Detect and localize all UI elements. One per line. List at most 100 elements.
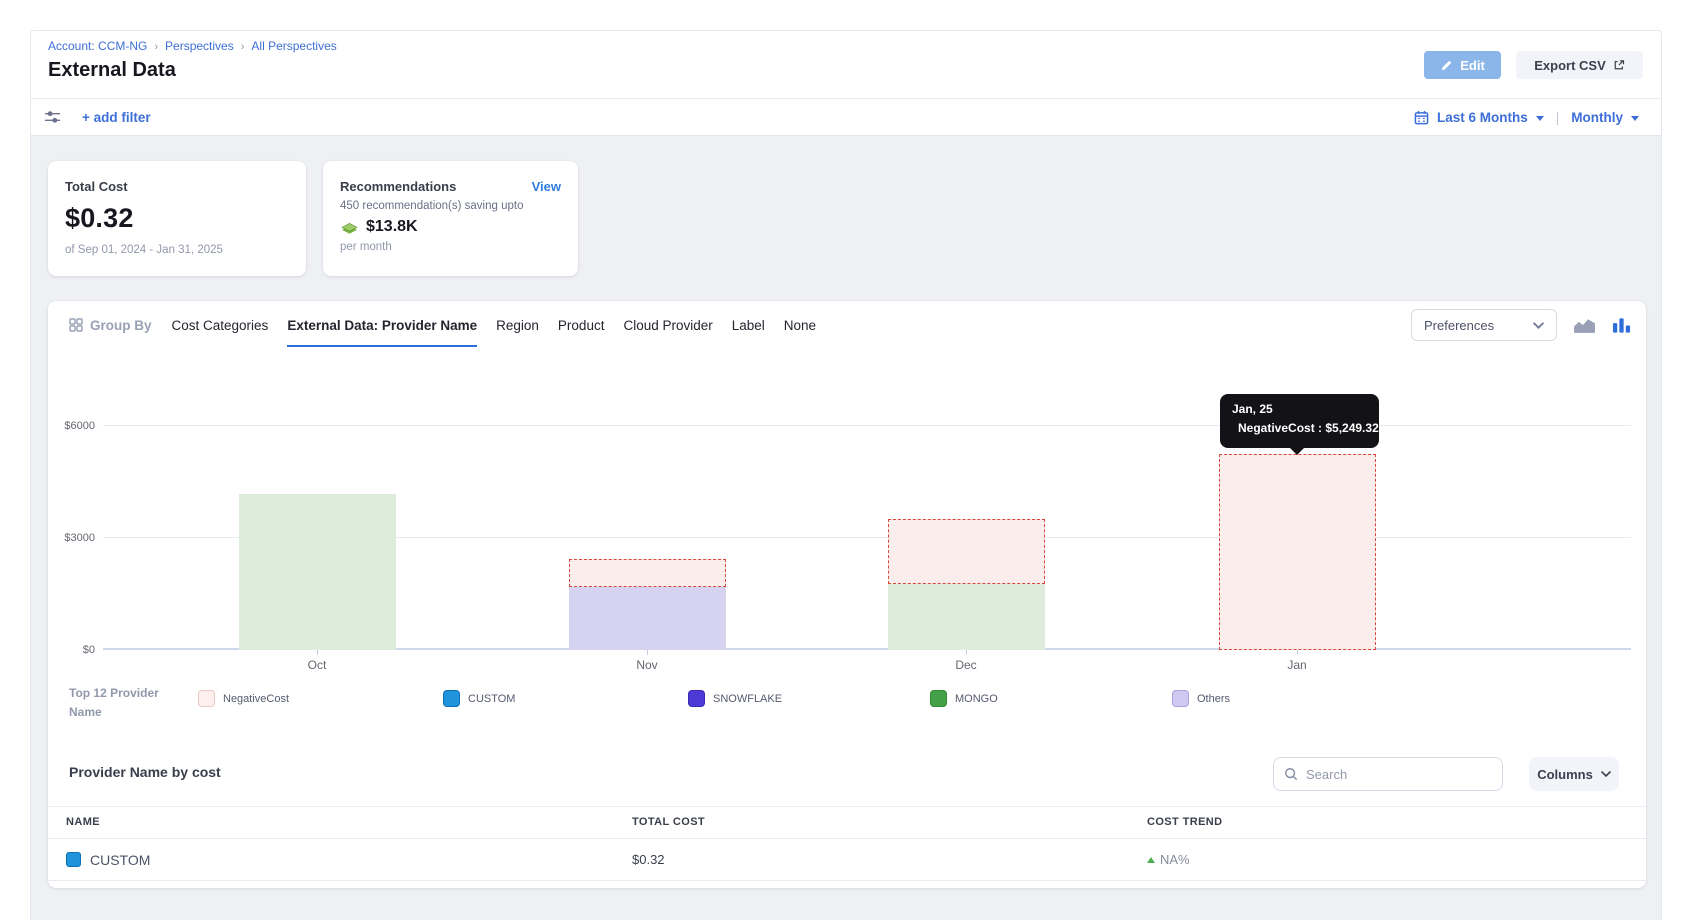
- area-chart-icon[interactable]: [1573, 317, 1596, 334]
- x-axis-tick: [647, 650, 648, 655]
- search-input[interactable]: [1306, 767, 1492, 782]
- column-header-cost-trend[interactable]: COST TREND: [1147, 816, 1223, 828]
- content-area: Total Cost $0.32 of Sep 01, 2024 - Jan 3…: [31, 136, 1661, 920]
- add-filter-button[interactable]: + add filter: [82, 110, 151, 125]
- bar-chart-icon[interactable]: [1612, 317, 1631, 333]
- x-axis-tick-label: Dec: [926, 658, 1006, 672]
- legend-label-mongo: MONGO: [955, 693, 998, 705]
- gridline-6000: [103, 425, 1631, 426]
- cell-total-cost: $0.32: [632, 839, 665, 880]
- x-axis-tick-label: Oct: [277, 658, 357, 672]
- preferences-label: Preferences: [1424, 318, 1494, 333]
- legend-swatch-others: [1172, 690, 1189, 707]
- recommendations-savings-amount: $13.8K: [366, 218, 418, 236]
- legend-item-mongo[interactable]: MONGO: [930, 690, 998, 707]
- tooltip-title: Jan, 25: [1232, 402, 1367, 416]
- edit-button[interactable]: Edit: [1424, 51, 1501, 79]
- table-header-row: NAME TOTAL COST COST TREND: [48, 806, 1646, 839]
- divider: |: [1556, 110, 1560, 125]
- bar-segment-mongo-dec[interactable]: [888, 584, 1045, 650]
- total-cost-card: Total Cost $0.32 of Sep 01, 2024 - Jan 3…: [48, 161, 306, 276]
- legend-swatch-negativecost: [198, 690, 215, 707]
- export-csv-label: Export CSV: [1534, 58, 1606, 73]
- columns-label: Columns: [1537, 767, 1593, 782]
- x-axis-tick-label: Jan: [1257, 658, 1337, 672]
- breadcrumb-perspectives[interactable]: Perspectives: [165, 39, 234, 53]
- time-controls: Last 6 Months | Monthly: [1414, 110, 1639, 125]
- export-csv-button[interactable]: Export CSV: [1516, 51, 1643, 79]
- filter-sliders-icon[interactable]: [44, 110, 61, 124]
- legend-label-snowflake: SNOWFLAKE: [713, 693, 782, 705]
- chart-legend: Top 12 Provider Name NegativeCost CUSTOM S…: [48, 681, 1646, 725]
- tab-region[interactable]: Region: [496, 304, 539, 347]
- edit-button-label: Edit: [1460, 58, 1485, 73]
- table-toolbar: Provider Name by cost Columns: [48, 749, 1646, 799]
- bar-segment-snowflake-nov[interactable]: [569, 587, 726, 650]
- chart-tooltip: Jan, 25 NegativeCost : $5,249.32: [1220, 394, 1379, 448]
- table-search: [1273, 757, 1503, 791]
- calendar-icon: [1414, 110, 1429, 125]
- breadcrumb-separator: ›: [154, 41, 158, 53]
- date-range-dropdown[interactable]: Last 6 Months: [1437, 110, 1528, 125]
- breadcrumb: Account: CCM-NG›Perspectives›All Perspec…: [48, 39, 337, 53]
- grid-icon: [69, 318, 83, 332]
- filter-bar: + add filter Last 6 Months | Monthly: [31, 98, 1661, 136]
- app-frame: Account: CCM-NG›Perspectives›All Perspec…: [30, 30, 1662, 920]
- legend-swatch-snowflake: [688, 690, 705, 707]
- tab-none[interactable]: None: [784, 304, 816, 347]
- legend-item-others[interactable]: Others: [1172, 690, 1230, 707]
- total-cost-period: of Sep 01, 2024 - Jan 31, 2025: [65, 244, 289, 256]
- recommendations-card: Recommendations View 450 recommendation(…: [323, 161, 578, 276]
- money-icon: [340, 220, 359, 235]
- tooltip-arrow: [1290, 448, 1304, 455]
- bar-segment-negativecost-dec[interactable]: [888, 519, 1045, 584]
- provider-color-swatch: [66, 852, 81, 867]
- legend-swatch-custom: [443, 690, 460, 707]
- column-header-name[interactable]: NAME: [66, 816, 100, 828]
- tab-product[interactable]: Product: [558, 304, 605, 347]
- bar-segment-negativecost-jan[interactable]: [1219, 454, 1376, 650]
- legend-swatch-mongo: [930, 690, 947, 707]
- recommendations-label: Recommendations: [340, 179, 456, 194]
- caret-down-icon[interactable]: [1631, 116, 1639, 121]
- caret-down-icon[interactable]: [1536, 116, 1544, 121]
- stacked-bar-chart: Jan, 25 NegativeCost : $5,249.32 $0$3000…: [103, 394, 1631, 650]
- breadcrumb-account[interactable]: Account: CCM-NG: [48, 39, 147, 53]
- provider-name: CUSTOM: [90, 852, 150, 868]
- legend-label-others: Others: [1197, 693, 1230, 705]
- group-by-tabs: Cost Categories External Data: Provider N…: [172, 304, 817, 347]
- bar-segment-negativecost-nov[interactable]: [569, 559, 726, 586]
- trend-up-icon: [1147, 857, 1155, 863]
- x-axis-tick: [1297, 650, 1298, 655]
- legend-item-negativecost[interactable]: NegativeCost: [198, 690, 289, 707]
- tab-cost-categories[interactable]: Cost Categories: [172, 304, 269, 347]
- legend-item-custom[interactable]: CUSTOM: [443, 690, 515, 707]
- view-recommendations-link[interactable]: View: [532, 179, 561, 194]
- tab-external-data-provider-name[interactable]: External Data: Provider Name: [287, 304, 477, 347]
- page-header: Account: CCM-NG›Perspectives›All Perspec…: [31, 31, 1661, 98]
- total-cost-value: $0.32: [65, 203, 289, 234]
- preferences-dropdown[interactable]: Preferences: [1411, 309, 1557, 341]
- y-axis-tick-label: $3000: [51, 532, 95, 544]
- bar-segment-mongo-oct[interactable]: [239, 494, 396, 650]
- x-axis-tick: [317, 650, 318, 655]
- tooltip-text: NegativeCost : $5,249.32: [1238, 421, 1379, 435]
- granularity-dropdown[interactable]: Monthly: [1571, 110, 1623, 125]
- column-header-total-cost[interactable]: TOTAL COST: [632, 816, 705, 828]
- group-by-label: Group By: [90, 318, 152, 333]
- table-title: Provider Name by cost: [69, 764, 221, 780]
- breadcrumb-all-perspectives[interactable]: All Perspectives: [251, 39, 336, 53]
- recommendations-count-text: 450 recommendation(s) saving upto: [340, 200, 561, 212]
- y-axis-tick-label: $0: [51, 644, 95, 656]
- legend-label-negativecost: NegativeCost: [223, 693, 289, 705]
- tab-label[interactable]: Label: [732, 304, 765, 347]
- table-row-custom[interactable]: CUSTOM$0.32NA%: [48, 839, 1646, 881]
- columns-dropdown[interactable]: Columns: [1529, 757, 1619, 791]
- legend-item-snowflake[interactable]: SNOWFLAKE: [688, 690, 782, 707]
- tab-cloud-provider[interactable]: Cloud Provider: [623, 304, 712, 347]
- x-axis-tick: [966, 650, 967, 655]
- recommendations-period: per month: [340, 241, 561, 253]
- legend-title: Top 12 Provider Name: [69, 684, 169, 721]
- external-link-icon: [1613, 59, 1625, 71]
- pencil-icon: [1440, 59, 1453, 72]
